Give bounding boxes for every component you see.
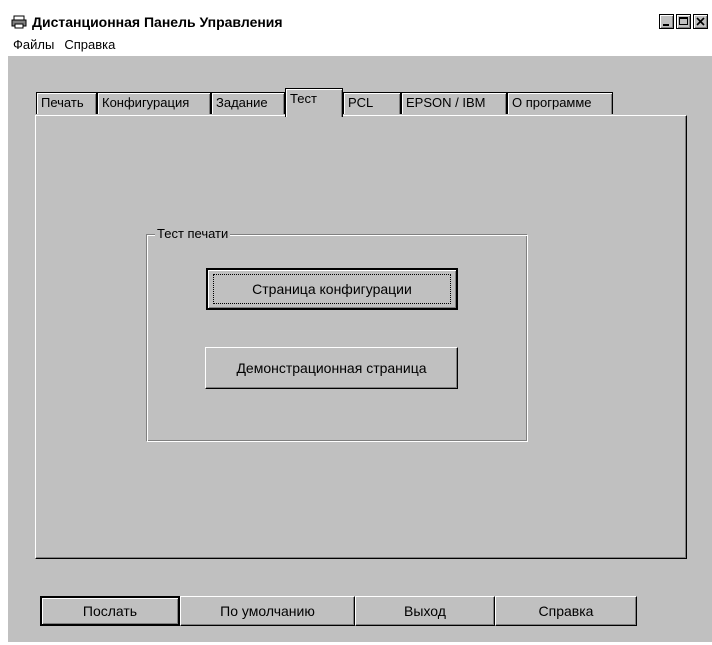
tab-test[interactable]: Тест <box>285 88 343 117</box>
printer-icon <box>11 15 27 29</box>
send-button[interactable]: Послать <box>40 596 180 626</box>
tab-about[interactable]: О программе <box>507 92 613 114</box>
demo-page-label: Демонстрационная страница <box>236 360 427 376</box>
help-button[interactable]: Справка <box>495 596 637 626</box>
title-bar: Дистанционная Панель Управления <box>8 10 712 34</box>
maximize-icon[interactable] <box>676 14 691 29</box>
config-page-button[interactable]: Страница конфигурации <box>206 268 458 310</box>
exit-label: Выход <box>404 603 446 619</box>
print-test-group: Тест печати Страница конфигурации Демонс… <box>146 226 528 442</box>
tab-epson-ibm[interactable]: EPSON / IBM <box>401 92 507 114</box>
menu-bar: Файлы Справка <box>8 34 712 56</box>
tab-pcl[interactable]: PCL <box>343 92 401 114</box>
tab-job[interactable]: Задание <box>211 92 285 114</box>
tab-configuration[interactable]: Конфигурация <box>97 92 211 114</box>
help-label: Справка <box>538 603 594 619</box>
menu-help[interactable]: Справка <box>60 36 119 54</box>
default-button[interactable]: По умолчанию <box>180 596 355 626</box>
tab-print[interactable]: Печать <box>36 92 97 114</box>
window-controls <box>659 14 708 30</box>
group-title: Тест печати <box>155 226 231 242</box>
window-title: Дистанционная Панель Управления <box>32 14 283 30</box>
menu-files[interactable]: Файлы <box>9 36 58 54</box>
default-label: По умолчанию <box>220 603 315 619</box>
demo-page-button[interactable]: Демонстрационная страница <box>205 347 458 389</box>
close-icon[interactable] <box>693 14 708 29</box>
exit-button[interactable]: Выход <box>355 596 495 626</box>
send-label: Послать <box>82 603 138 619</box>
application-window: Дистанционная Панель Управления Файлы Сп… <box>8 10 712 642</box>
config-page-label: Страница конфигурации <box>252 281 412 297</box>
minimize-icon[interactable] <box>659 14 674 29</box>
